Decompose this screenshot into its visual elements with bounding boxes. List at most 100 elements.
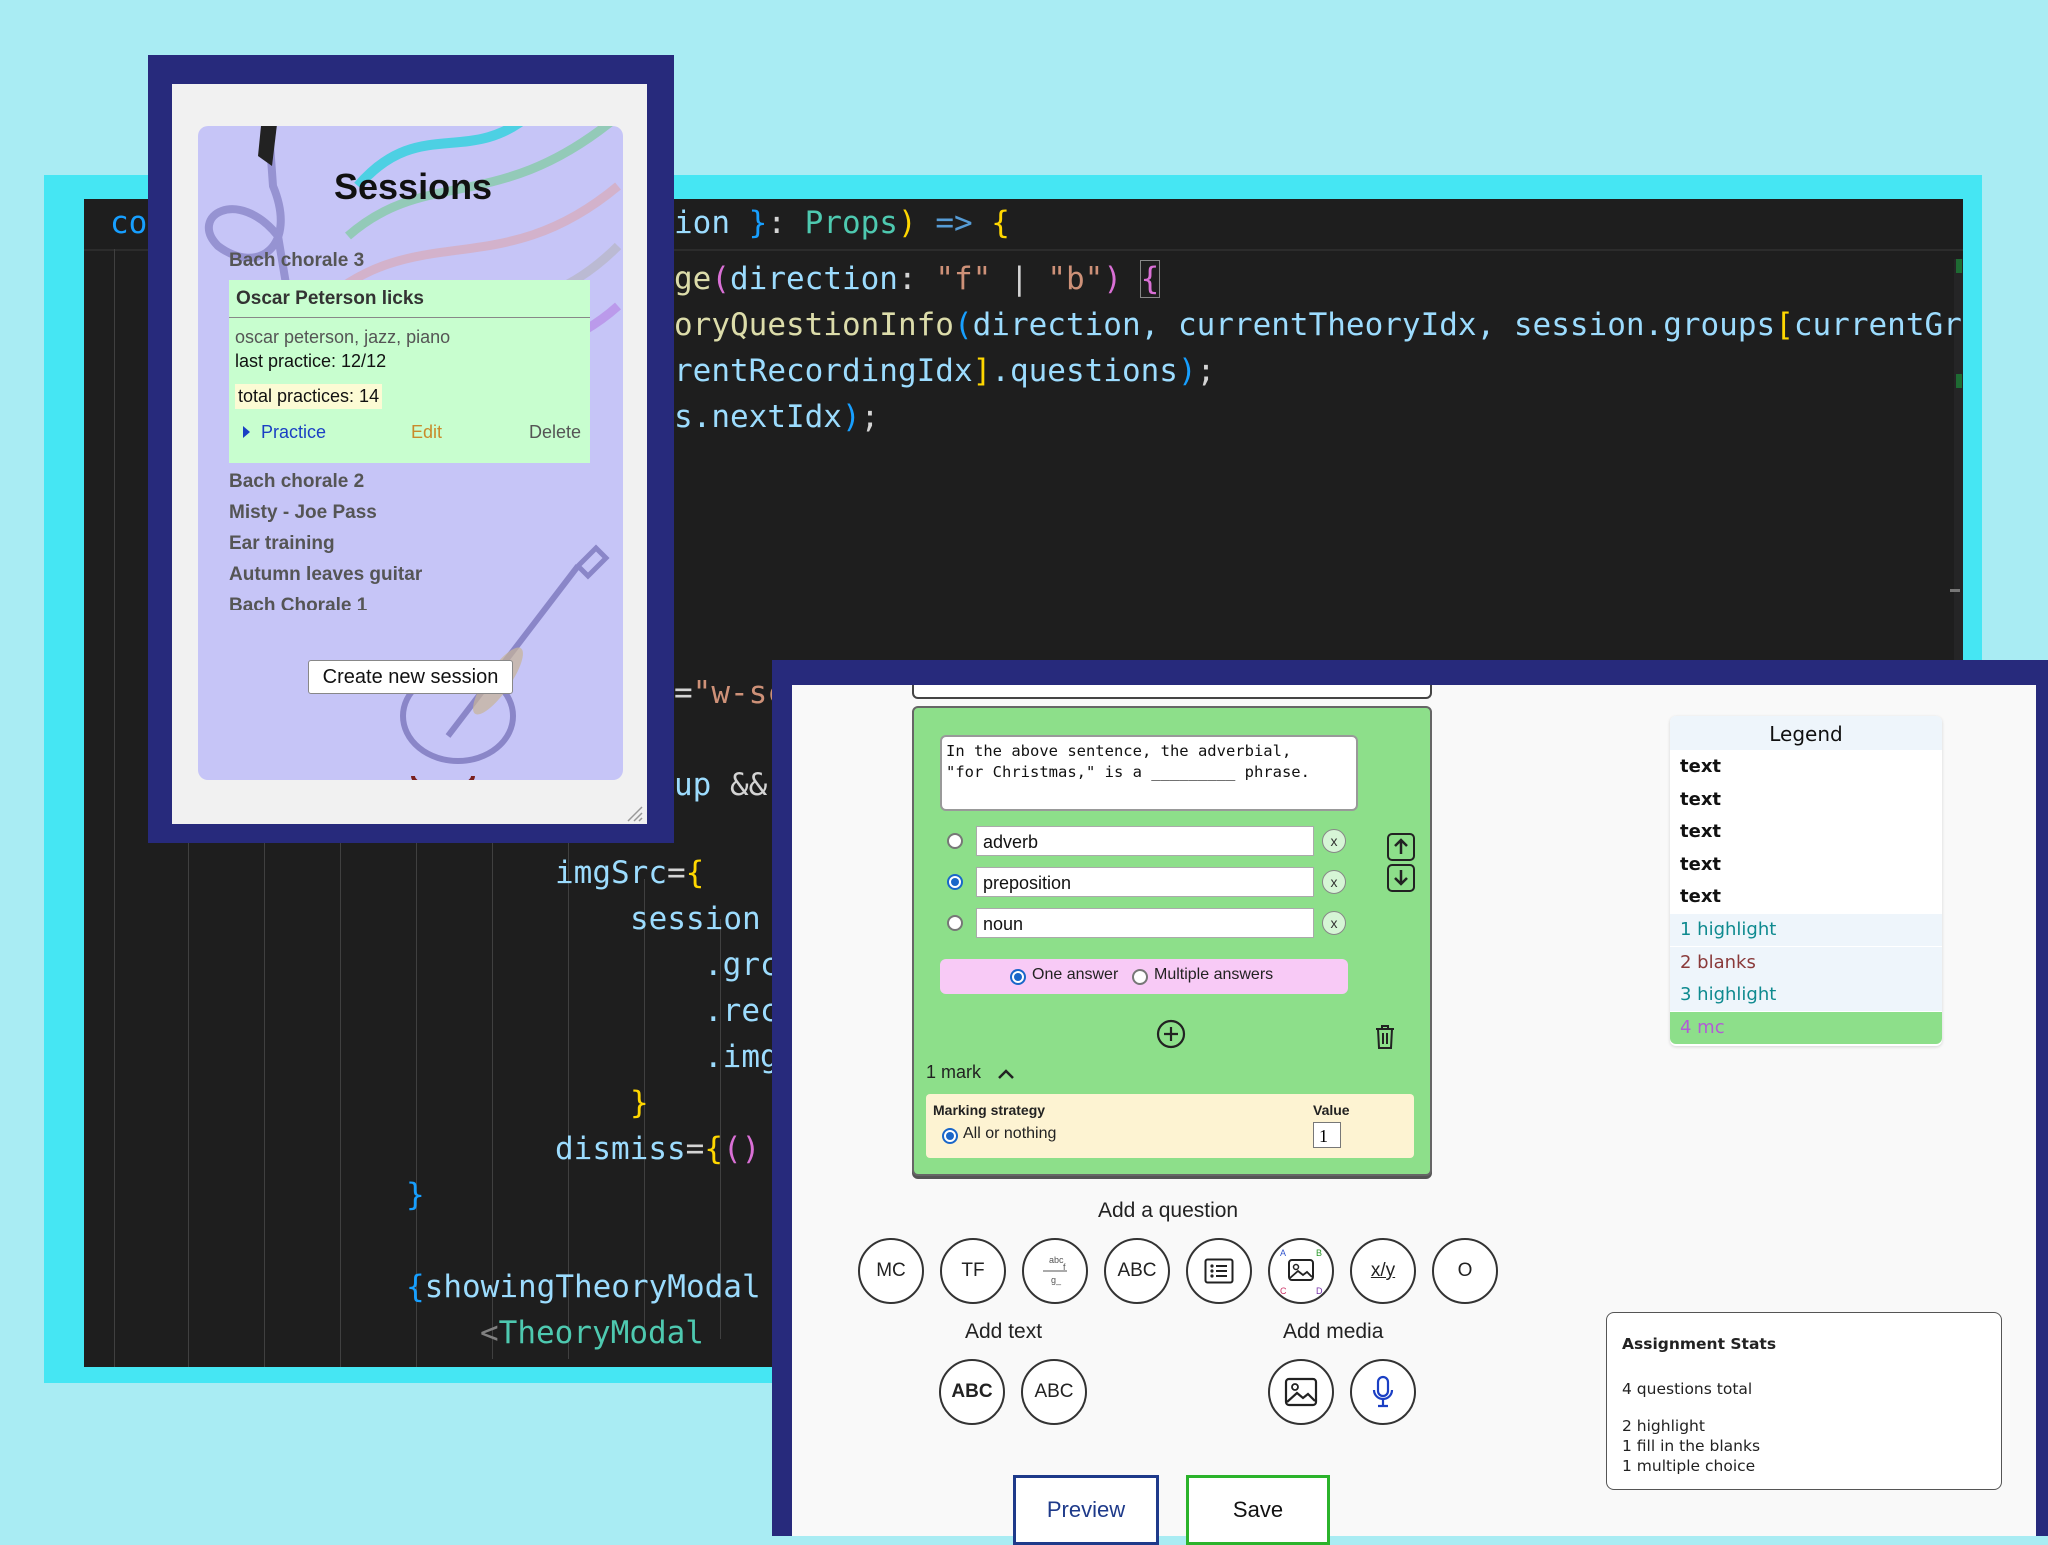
multiple-answers-label: Multiple answers	[1154, 966, 1274, 983]
session-item[interactable]: Bach chorale 3	[229, 250, 364, 272]
legend-item[interactable]: text	[1670, 751, 1942, 783]
legend-item[interactable]: 2 blanks	[1670, 946, 1942, 979]
value-input[interactable]: 1	[1313, 1122, 1341, 1148]
stats-line: 1 multiple choice	[1622, 1457, 1756, 1475]
svg-text:A: A	[1280, 1248, 1286, 1258]
code-line: session	[630, 901, 761, 937]
add-audio-button[interactable]	[1350, 1359, 1416, 1425]
sessions-panel: Sessions Bach chorale 3 Oscar Peterson l…	[198, 126, 623, 780]
code-line: s.nextIdx);	[674, 399, 880, 435]
code-line: co	[110, 205, 148, 241]
add-image-label-button[interactable]: A B C D	[1268, 1238, 1334, 1304]
move-up-icon[interactable]	[1387, 833, 1415, 861]
add-media-title: Add media	[1283, 1320, 1384, 1343]
legend-item[interactable]: text	[1670, 783, 1942, 816]
prompt-line: In the above sentence, the adverbial,	[946, 742, 1292, 760]
code-line: ion }: Props) => {	[674, 205, 1010, 241]
add-list-button[interactable]	[1186, 1238, 1252, 1304]
code-line: ge(direction: "f" | "b") {	[674, 260, 1161, 298]
session-name[interactable]: Oscar Peterson licks	[236, 288, 424, 310]
add-question-title: Add a question	[1098, 1199, 1239, 1222]
highlight-button-label: ABC	[1117, 1260, 1157, 1281]
legend-item[interactable]: text	[1670, 816, 1942, 849]
add-highlight-button[interactable]: ABC	[1104, 1238, 1170, 1304]
legend-item[interactable]: 3 highlight	[1670, 979, 1942, 1012]
code-line: .grc	[704, 947, 779, 983]
session-list-clip: Bach Chorale 1	[198, 595, 623, 610]
xy-button-label: x/y	[1370, 1260, 1396, 1281]
add-option-icon[interactable]	[1155, 1018, 1187, 1050]
add-plain-text-button[interactable]: ABC	[1021, 1359, 1087, 1425]
session-item[interactable]: Bach chorale 2	[229, 471, 364, 493]
multiple-answers-radio[interactable]	[1132, 969, 1148, 985]
option-input[interactable]: adverb	[976, 826, 1314, 856]
trash-icon[interactable]	[1373, 1023, 1397, 1051]
image-label-icon: A B C D	[1280, 1248, 1323, 1296]
one-answer-label: One answer	[1032, 966, 1119, 983]
chevron-up-icon[interactable]	[996, 1066, 1016, 1082]
legend-title: Legend	[1670, 716, 1942, 750]
option-input[interactable]: noun	[976, 908, 1314, 938]
add-xy-button[interactable]: x/y	[1350, 1238, 1416, 1304]
add-image-button[interactable]	[1268, 1359, 1334, 1425]
value-label: Value	[1313, 1102, 1350, 1118]
microphone-icon	[1372, 1375, 1394, 1408]
fraction-icon: abcfg_	[1043, 1255, 1067, 1285]
preview-button[interactable]: Preview	[1013, 1475, 1159, 1545]
session-item[interactable]: Ear training	[229, 533, 335, 555]
session-item[interactable]: Bach Chorale 1	[229, 595, 367, 610]
previous-question-card-edge	[912, 685, 1432, 699]
add-mc-button[interactable]: MC	[858, 1238, 924, 1304]
code-line: ="w-sc	[674, 675, 786, 711]
add-tf-button[interactable]: TF	[940, 1238, 1006, 1304]
edit-link[interactable]: Edit	[411, 422, 442, 443]
code-line: .rec	[704, 993, 779, 1029]
svg-text:B: B	[1316, 1248, 1322, 1258]
selected-session-card: Oscar Peterson licks oscar peterson, jaz…	[229, 280, 590, 463]
sessions-title: Sessions	[334, 166, 493, 207]
resize-handle-icon[interactable]	[626, 805, 644, 823]
marks-label[interactable]: 1 mark	[926, 1062, 981, 1083]
add-fraction-button[interactable]: abc f g_	[1022, 1238, 1088, 1304]
delete-link[interactable]: Delete	[529, 422, 581, 443]
add-other-button[interactable]: O	[1432, 1238, 1498, 1304]
option-input[interactable]: preposition	[976, 867, 1314, 897]
code-line: imgSrc={	[555, 855, 705, 891]
one-answer-radio[interactable]	[1010, 969, 1026, 985]
legend-item[interactable]: 1 highlight	[1670, 914, 1942, 946]
svg-text:C: C	[1280, 1286, 1287, 1296]
all-or-nothing-label: All or nothing	[963, 1125, 1057, 1142]
code-line: }	[406, 1177, 425, 1213]
code-line: }	[630, 1085, 649, 1121]
practice-link[interactable]: Practice	[261, 422, 326, 443]
list-icon	[1204, 1258, 1234, 1284]
create-session-button[interactable]: Create new session	[308, 660, 513, 694]
stats-line: 2 highlight	[1622, 1417, 1705, 1435]
code-line: .img	[704, 1039, 779, 1075]
remove-option-button[interactable]: x	[1322, 870, 1346, 894]
move-down-icon[interactable]	[1387, 864, 1415, 892]
svg-text:abc: abc	[1049, 1255, 1064, 1265]
svg-text:D: D	[1316, 1286, 1323, 1296]
prompt-line: "for Christmas," is a _________ phrase.	[946, 763, 1310, 781]
remove-option-button[interactable]: x	[1322, 829, 1346, 853]
question-prompt-field[interactable]: In the above sentence, the adverbial, "f…	[940, 735, 1358, 811]
option-radio[interactable]	[947, 915, 963, 931]
option-radio[interactable]	[947, 874, 963, 890]
code-line: {showingTheoryModal	[406, 1269, 761, 1305]
code-line: up &&	[674, 767, 768, 803]
svg-text:g_: g_	[1051, 1275, 1062, 1285]
session-item[interactable]: Autumn leaves guitar	[229, 564, 422, 586]
legend-item[interactable]: text	[1670, 848, 1942, 881]
code-line: rentRecordingIdx].questions);	[674, 353, 1216, 389]
remove-option-button[interactable]: x	[1322, 911, 1346, 935]
legend-item[interactable]: 4 mc	[1670, 1011, 1942, 1044]
legend-item[interactable]: text	[1670, 881, 1942, 914]
save-button[interactable]: Save	[1186, 1475, 1330, 1545]
option-radio[interactable]	[947, 833, 963, 849]
session-last-practice: last practice: 12/12	[235, 351, 387, 371]
all-or-nothing-radio[interactable]	[942, 1128, 958, 1144]
add-bold-text-button[interactable]: ABC	[939, 1359, 1005, 1425]
stats-line: 1 fill in the blanks	[1622, 1437, 1761, 1455]
session-item[interactable]: Misty - Joe Pass	[229, 502, 377, 524]
